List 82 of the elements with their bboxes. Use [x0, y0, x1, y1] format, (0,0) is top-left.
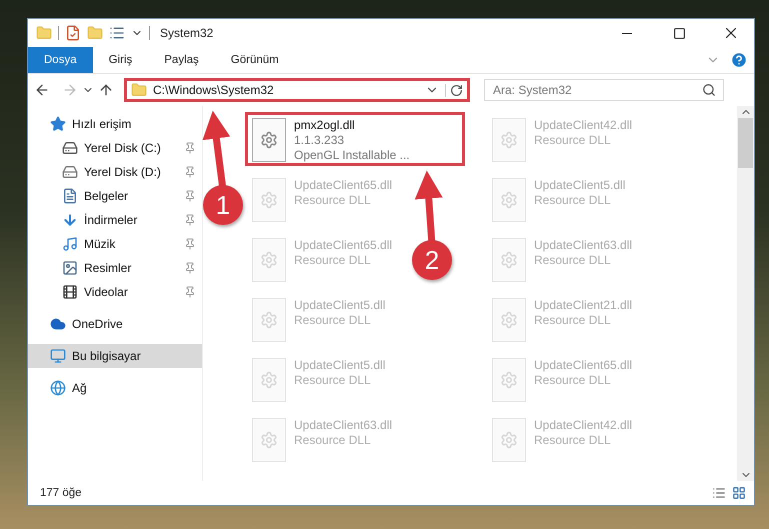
ribbon-tab[interactable]: Giriş	[92, 47, 148, 73]
file-detail: Resource DLL	[534, 253, 612, 267]
file-detail: Resource DLL	[534, 193, 612, 207]
search-field[interactable]: Ara: System32	[484, 79, 724, 101]
file-name: pmx2ogl.dll	[294, 118, 356, 132]
dll-file-icon	[492, 298, 526, 342]
search-icon[interactable]	[702, 83, 716, 97]
cloud-icon	[50, 316, 66, 332]
file-name: UpdateClient65.dll	[294, 238, 392, 252]
tiles-view-icon[interactable]	[732, 486, 746, 500]
sidebar-item[interactable]: Müzik	[28, 232, 202, 256]
window-title: System32	[160, 26, 214, 40]
file-name: UpdateClient65.dll	[294, 178, 392, 192]
help-icon[interactable]	[730, 51, 748, 69]
picture-icon	[62, 260, 78, 276]
forward-arrow-icon	[62, 82, 78, 98]
file-name: UpdateClient42.dll	[534, 418, 632, 432]
scrollbar-thumb[interactable]	[738, 118, 753, 168]
drive-icon	[62, 140, 78, 156]
star-icon	[50, 116, 66, 132]
file-detail: Resource DLL	[294, 373, 372, 387]
dll-file-icon	[252, 298, 286, 342]
file-tile[interactable]: pmx2ogl.dll 1.1.3.233 OpenGL Installable ...	[245, 112, 465, 166]
folder-icon	[131, 82, 147, 98]
sidebar-item[interactable]: İndirmeler	[28, 208, 202, 232]
file-detail: Resource DLL	[534, 433, 612, 447]
file-name: UpdateClient65.dll	[534, 358, 632, 372]
dll-file-icon	[492, 178, 526, 222]
dll-file-icon	[252, 358, 286, 402]
sidebar-item[interactable]: Yerel Disk (D:)	[28, 160, 202, 184]
ribbon-tab[interactable]: Paylaş	[148, 47, 215, 73]
file-detail: 1.1.3.233	[294, 133, 346, 147]
dll-file-icon	[492, 418, 526, 462]
file-name: UpdateClient5.dll	[534, 178, 626, 192]
document-icon	[62, 188, 78, 204]
globe-icon	[50, 380, 66, 396]
sidebar-item[interactable]: Resimler	[28, 256, 202, 280]
drive-icon	[62, 164, 78, 180]
maximize-icon	[672, 26, 686, 40]
file-name: UpdateClient63.dll	[534, 238, 632, 252]
details-view-icon[interactable]	[712, 486, 726, 500]
file-detail: Resource DLL	[534, 133, 612, 147]
list-icon[interactable]	[109, 25, 125, 41]
up-button[interactable]	[98, 82, 114, 98]
dll-file-icon	[492, 358, 526, 402]
sidebar-item[interactable]: Belgeler	[28, 184, 202, 208]
file-name: UpdateClient63.dll	[294, 418, 392, 432]
dll-file-icon	[492, 238, 526, 282]
file-detail: Resource DLL	[534, 373, 612, 387]
file-detail: Resource DLL	[294, 193, 372, 207]
file-detail: OpenGL Installable ...	[294, 148, 410, 162]
dll-file-icon	[252, 418, 286, 462]
scrollbar[interactable]	[737, 106, 754, 481]
file-detail: Resource DLL	[294, 313, 372, 327]
sidebar-item[interactable]: Bu bilgisayar	[28, 344, 202, 368]
ribbon-tab[interactable]: Dosya	[28, 47, 93, 73]
dll-file-icon	[252, 118, 286, 162]
monitor-icon	[50, 348, 66, 364]
sidebar-item[interactable]: Yerel Disk (C:)	[28, 136, 202, 160]
ribbon-tab[interactable]: Görünüm	[214, 47, 295, 73]
sidebar-item[interactable]: OneDrive	[28, 312, 202, 336]
sidebar-item[interactable]: Ağ	[28, 376, 202, 400]
file-detail: Resource DLL	[294, 433, 372, 447]
properties-icon[interactable]	[65, 25, 81, 41]
file-detail: Resource DLL	[294, 253, 372, 267]
item-count: 177 öğe	[40, 487, 83, 499]
dll-file-icon	[492, 118, 526, 162]
sidebar-item[interactable]: Videolar	[28, 280, 202, 304]
file-name: UpdateClient21.dll	[534, 298, 632, 312]
address-path: C:\Windows\System32	[153, 83, 275, 97]
dll-file-icon	[252, 178, 286, 222]
address-bar[interactable]: C:\Windows\System32	[124, 78, 470, 102]
dll-file-icon	[252, 238, 286, 282]
file-name: UpdateClient5.dll	[294, 358, 386, 372]
file-name: UpdateClient5.dll	[294, 298, 386, 312]
minimize-icon	[622, 32, 632, 34]
file-detail: Resource DLL	[534, 313, 612, 327]
film-icon	[62, 284, 78, 300]
music-note-icon	[62, 236, 78, 252]
sidebar-item[interactable]: Hızlı erişim	[28, 112, 202, 136]
file-name: UpdateClient42.dll	[534, 118, 632, 132]
back-button[interactable]	[34, 82, 50, 98]
